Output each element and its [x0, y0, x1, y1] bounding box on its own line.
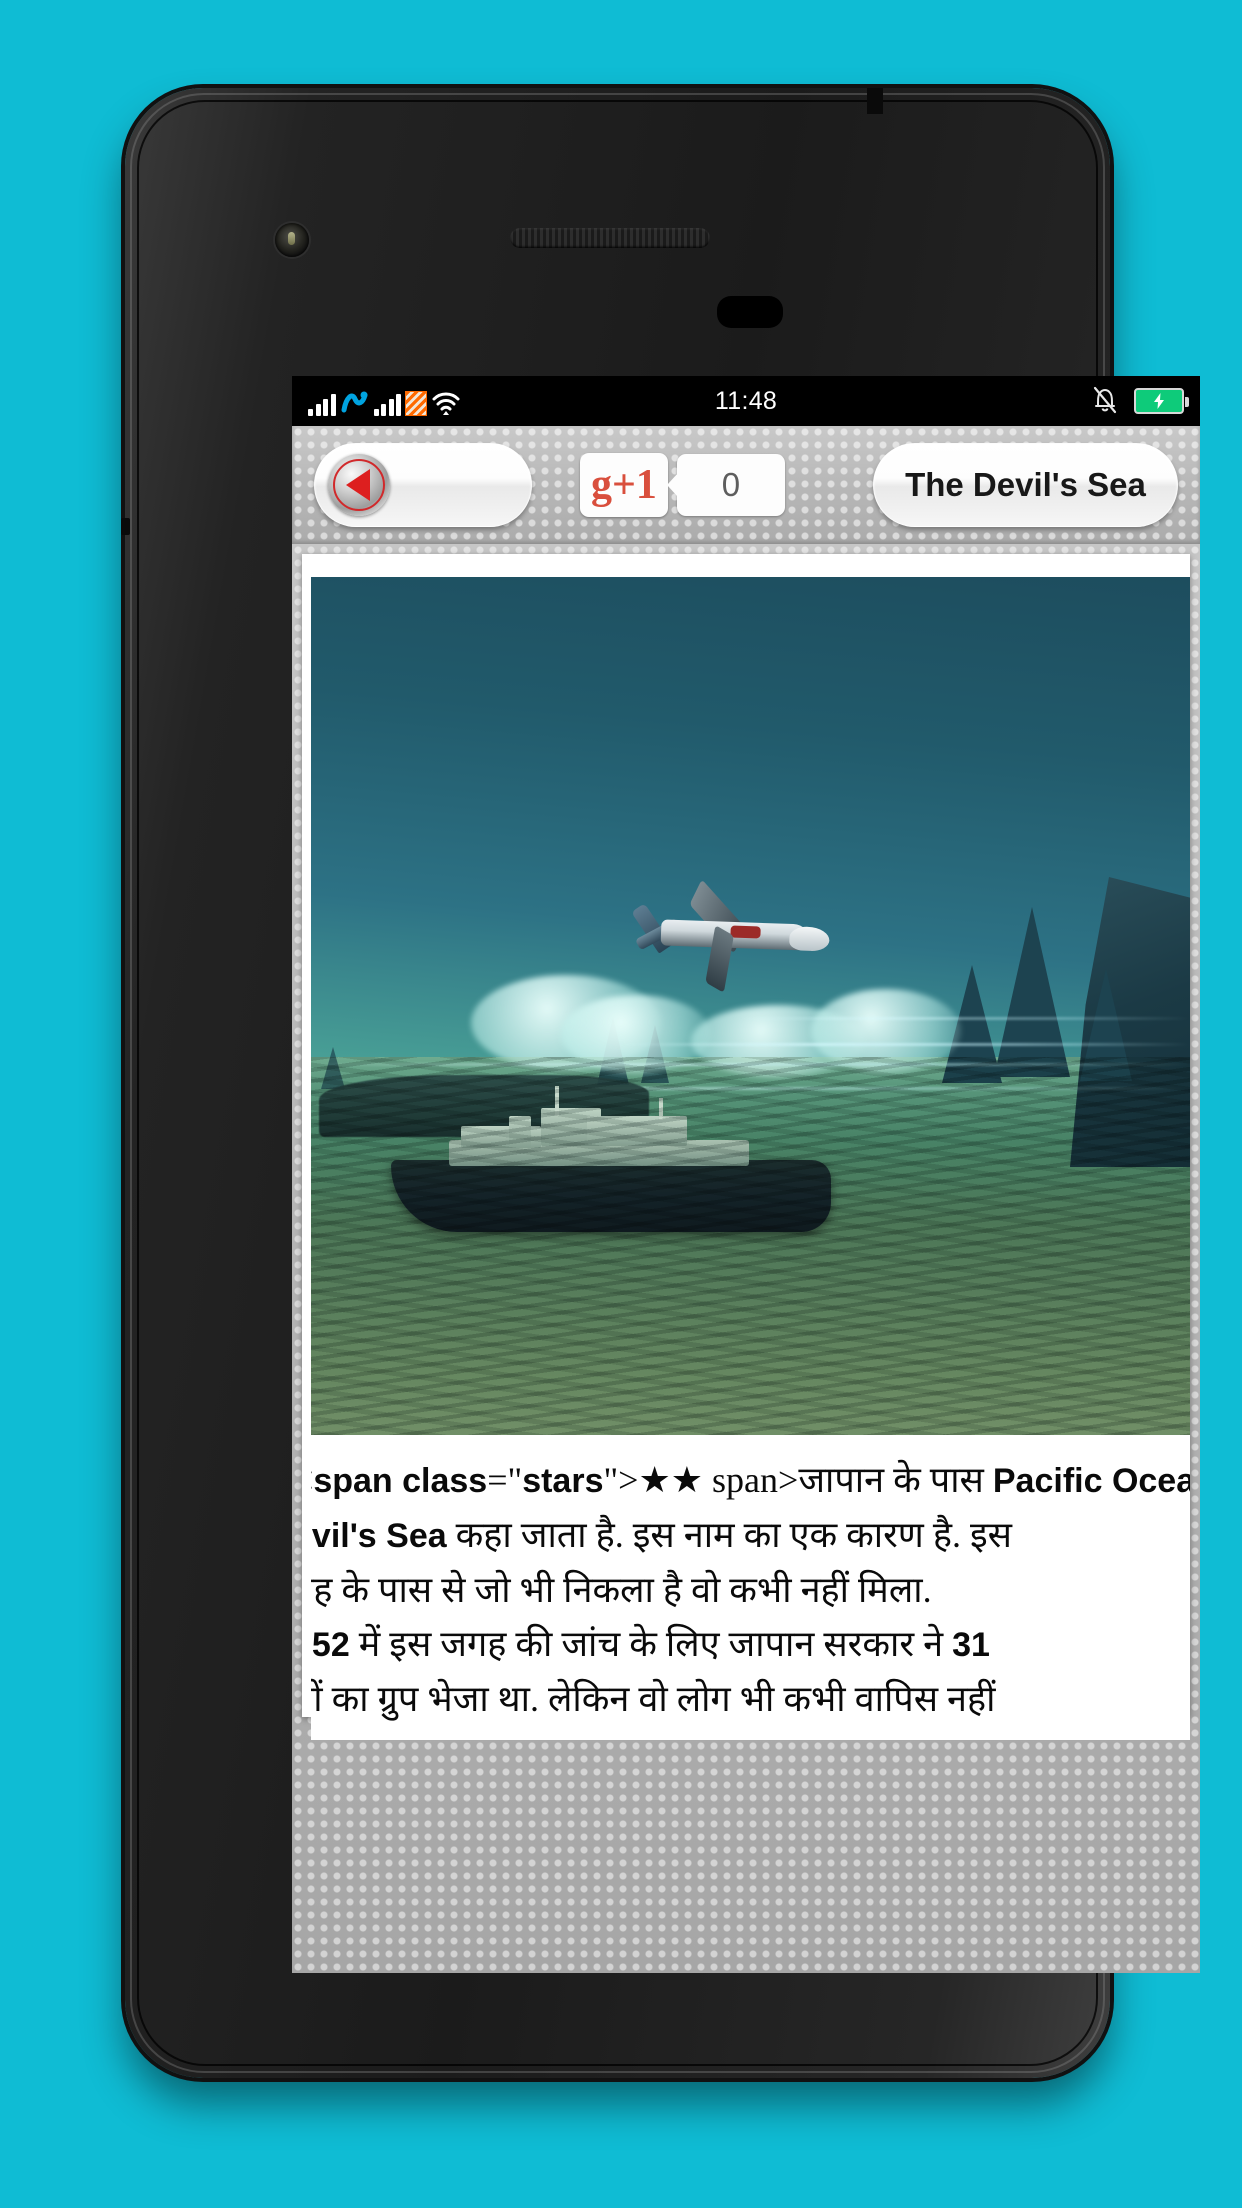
water-surface-texture — [311, 1057, 1190, 1435]
article-line: गह के पास से जो भी निकला है वो कभी नहीं … — [311, 1570, 932, 1610]
article-card: <span class="stars">★★ span>जापान के पास… — [302, 554, 1190, 1740]
app-toolbar: g+1 0 The Devil's Sea — [292, 426, 1200, 544]
google-plus-one-count-bubble[interactable]: 0 — [666, 454, 785, 516]
proximity-sensor-icon — [717, 296, 783, 328]
back-triangle-icon — [328, 454, 390, 516]
google-plus-one-widget: g+1 0 — [580, 453, 785, 517]
article-line: गों का ग्रुप भेजा था. लेकिन वो लोग भी कभ… — [311, 1679, 996, 1719]
battery-charging-icon — [1134, 388, 1189, 414]
status-bar-clock: 11:48 — [714, 386, 778, 415]
nav-filler — [292, 1967, 1200, 1973]
water-light-streak — [731, 1017, 1190, 1020]
google-plus-one-label: g+1 — [591, 462, 657, 508]
article-line: evil's Sea कहा जाता है. इस नाम का एक कार… — [311, 1515, 1012, 1555]
article-line: <span class="stars">★★ span>जापान के पास… — [311, 1460, 1190, 1500]
phone-screen: 11:48 g+1 0 The Devil's Sea span class="… — [292, 376, 1200, 1973]
page-title: The Devil's Sea — [905, 466, 1146, 503]
page-title-button[interactable]: The Devil's Sea — [873, 443, 1178, 527]
google-plus-one-count: 0 — [721, 466, 741, 503]
article-line: 952 में इस जगह की जांच के लिए जापान सरका… — [311, 1624, 990, 1664]
article-text-block: <span class="stars">★★ span>जापान के पास… — [311, 1435, 1190, 1740]
phone-device-frame: 11:48 g+1 0 The Devil's Sea span class="… — [121, 88, 1200, 2078]
bell-muted-icon — [1090, 383, 1120, 420]
antenna-band-icon — [867, 88, 883, 114]
back-button[interactable] — [314, 443, 532, 527]
status-bar-right-icons — [1090, 383, 1189, 420]
earpiece-speaker-icon — [510, 228, 710, 248]
antenna-band-left-icon — [121, 518, 130, 535]
illustration-peak-1 — [994, 907, 1070, 1077]
google-plus-one-button[interactable]: g+1 — [580, 453, 668, 517]
airplane-livery-stripe — [730, 925, 761, 939]
water-light-streak — [611, 1043, 1190, 1046]
front-camera-icon — [275, 223, 309, 257]
article-illustration — [311, 577, 1190, 1435]
content-scroll-area[interactable]: <span class="stars">★★ span>जापान के पास… — [292, 544, 1200, 1973]
page-backdrop: 11:48 g+1 0 The Devil's Sea span class="… — [0, 0, 1242, 2208]
airplane-nose — [788, 926, 830, 952]
status-bar: 11:48 — [292, 376, 1200, 426]
